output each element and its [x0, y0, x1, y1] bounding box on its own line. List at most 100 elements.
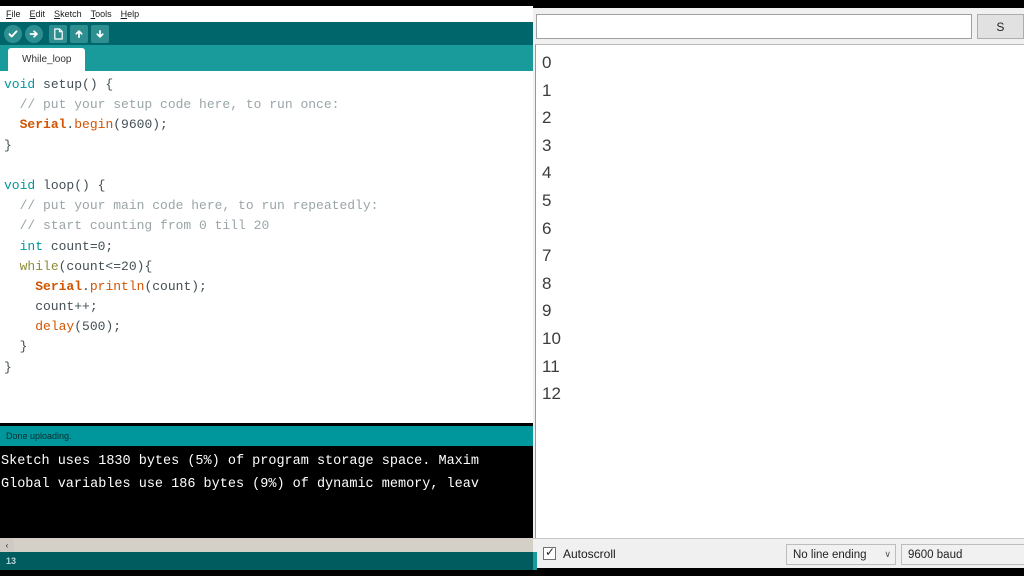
- cursor-line-number: 13: [6, 556, 17, 566]
- code-token: (9600);: [113, 117, 168, 133]
- code-token: begin: [74, 117, 114, 133]
- code-token: // start counting from 0 till 20: [4, 218, 270, 234]
- code-line: }: [4, 358, 533, 378]
- menu-rest: ile: [11, 9, 21, 19]
- code-token: void: [4, 177, 36, 193]
- code-token: // put your setup code here, to run once…: [4, 97, 340, 113]
- autoscroll-checkbox[interactable]: ✓: [543, 546, 556, 560]
- line-ending-dropdown[interactable]: No line ending ∨: [786, 544, 896, 565]
- serial-monitor-window: S 0 1 2 3 4 5 6 7 8 9 10 11 12 ✓ Autoscroll No line …: [533, 8, 1024, 568]
- code-token: Serial: [35, 278, 83, 294]
- menu-rest: ketch: [60, 9, 82, 19]
- code-token: delay: [35, 319, 75, 335]
- code-token: void: [4, 77, 36, 92]
- code-token: (count<=20){: [58, 258, 153, 274]
- chevron-down-icon: ∨: [884, 549, 891, 559]
- new-sketch-button[interactable]: [49, 25, 67, 43]
- menu-item-edit[interactable]: Edit: [27, 6, 52, 22]
- code-line: }: [4, 136, 533, 156]
- code-line: // start counting from 0 till 20: [4, 216, 533, 236]
- code-line: Serial.begin(9600);: [4, 115, 533, 135]
- code-token: }: [4, 359, 12, 375]
- ide-status-bar: 13: [0, 552, 533, 570]
- code-token: }: [4, 339, 28, 355]
- tab-while-loop[interactable]: While_loop: [8, 48, 86, 71]
- panel-edge-accent: [533, 552, 537, 570]
- code-line: }: [4, 337, 533, 357]
- autoscroll-toggle[interactable]: ✓ Autoscroll: [543, 546, 616, 561]
- serial-send-input[interactable]: [536, 14, 972, 39]
- send-button[interactable]: S: [976, 14, 1024, 39]
- menu-rest: elp: [127, 9, 140, 19]
- serial-output-line: 12: [542, 384, 561, 404]
- code-token: Serial: [19, 117, 67, 133]
- new-file-icon: [53, 28, 64, 40]
- serial-output-line: 6: [542, 218, 552, 238]
- code-editor[interactable]: void setup() { // put your setup code he…: [0, 71, 533, 423]
- save-sketch-button[interactable]: [91, 25, 109, 43]
- serial-output-area[interactable]: 0 1 2 3 4 5 6 7 8 9 10 11 12: [535, 44, 1024, 538]
- code-token: (count);: [144, 278, 207, 294]
- code-token: // put your main code here, to run repea…: [4, 198, 379, 214]
- code-token: }: [4, 137, 12, 153]
- code-token: setup() {: [35, 77, 114, 92]
- open-sketch-button[interactable]: [70, 25, 88, 43]
- code-line: Serial.println(count);: [4, 277, 533, 297]
- code-token: (500);: [74, 319, 122, 335]
- menu-item-help[interactable]: Help: [118, 6, 146, 22]
- console-line: Global variables use 186 bytes (9%) of d…: [1, 477, 479, 492]
- code-line: delay(500);: [4, 317, 533, 337]
- code-line: void loop() {: [4, 176, 533, 196]
- arrow-right-icon: [28, 28, 40, 40]
- serial-output-line: 4: [542, 163, 552, 183]
- arduino-ide-window: File Edit Sketch Tools Help While_loop v…: [0, 0, 533, 576]
- upload-status-strip: Done uploading.: [0, 426, 533, 446]
- serial-output-line: 2: [542, 108, 552, 128]
- menu-item-file[interactable]: File: [3, 6, 27, 22]
- code-line: // put your main code here, to run repea…: [4, 196, 533, 216]
- code-token: while: [19, 258, 59, 274]
- serial-output-line: 8: [542, 273, 552, 293]
- verify-button[interactable]: [4, 25, 22, 43]
- code-token: loop() {: [35, 177, 106, 193]
- screen: File Edit Sketch Tools Help While_loop v…: [0, 0, 1024, 576]
- serial-output-line: 9: [542, 301, 552, 321]
- arrow-up-icon: [73, 28, 85, 40]
- menu-bar: File Edit Sketch Tools Help: [0, 6, 533, 22]
- code-token: println: [89, 278, 145, 294]
- serial-monitor-footer: ✓ Autoscroll No line ending ∨ 9600 baud: [533, 538, 1024, 568]
- line-ending-value: No line ending: [793, 548, 867, 561]
- serial-output-line: 11: [542, 356, 560, 376]
- code-token: count=0;: [43, 238, 114, 254]
- serial-output-line: 0: [542, 53, 552, 72]
- check-icon: [7, 28, 19, 40]
- toolbar: [0, 22, 533, 45]
- code-line: void setup() {: [4, 75, 533, 95]
- menu-item-sketch[interactable]: Sketch: [51, 6, 88, 22]
- code-line: count++;: [4, 297, 533, 317]
- scrollbar-track[interactable]: [14, 538, 533, 552]
- menu-rest: ools: [95, 9, 112, 19]
- upload-button[interactable]: [25, 25, 43, 43]
- console-horizontal-scrollbar[interactable]: ‹: [0, 538, 533, 552]
- scroll-left-arrow-icon[interactable]: ‹: [0, 538, 14, 552]
- menu-rest: dit: [35, 9, 46, 19]
- baud-rate-dropdown[interactable]: 9600 baud: [901, 544, 1024, 565]
- code-token: .: [82, 278, 90, 294]
- console-line: Sketch uses 1830 bytes (5%) of program s…: [1, 454, 479, 469]
- code-line: // put your setup code here, to run once…: [4, 95, 533, 115]
- menu-item-tools[interactable]: Tools: [88, 6, 118, 22]
- code-token: int: [19, 238, 44, 254]
- tab-bar: While_loop: [0, 45, 533, 71]
- autoscroll-label: Autoscroll: [563, 546, 616, 561]
- baud-rate-value: 9600 baud: [908, 548, 963, 561]
- code-line: int count=0;: [4, 237, 533, 257]
- code-line: while(count<=20){: [4, 257, 533, 277]
- serial-output-line: 1: [542, 80, 552, 100]
